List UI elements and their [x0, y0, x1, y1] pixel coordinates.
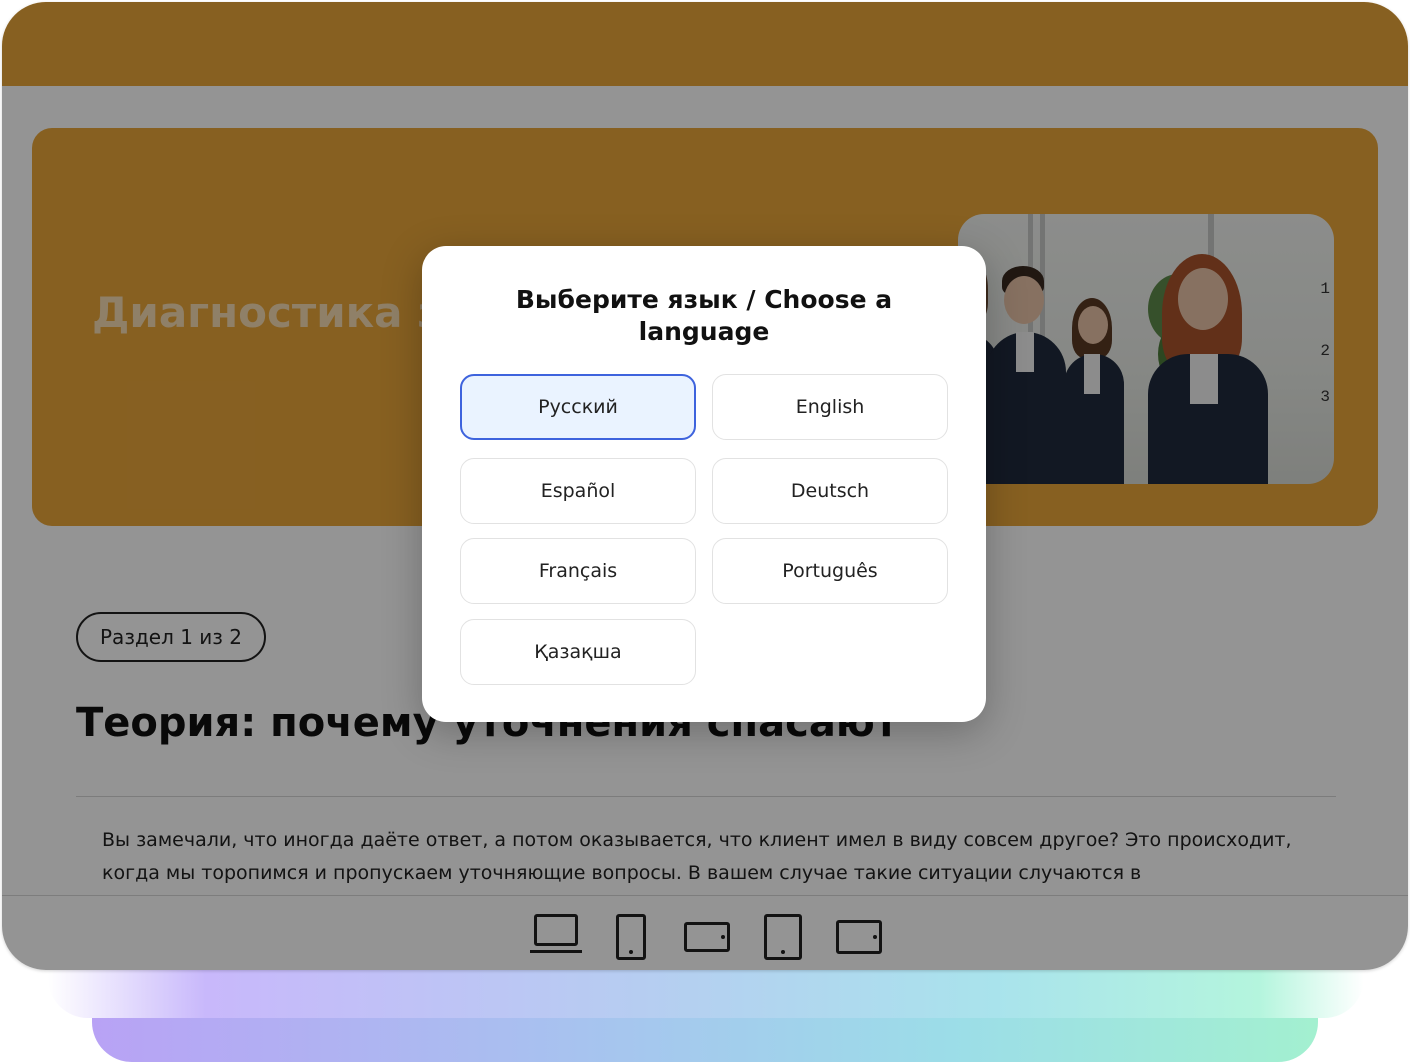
- language-option-spanish[interactable]: Español: [460, 458, 696, 524]
- language-modal: Выберите язык / Choose a language Русски…: [422, 246, 986, 722]
- modal-title: Выберите язык / Choose a language: [515, 285, 893, 346]
- language-option-kazakh[interactable]: Қазақша: [460, 619, 696, 685]
- language-option-russian[interactable]: Русский: [460, 374, 696, 440]
- language-option-french[interactable]: Français: [460, 538, 696, 604]
- language-option-portuguese[interactable]: Português: [712, 538, 948, 604]
- language-option-german[interactable]: Deutsch: [712, 458, 948, 524]
- language-option-english[interactable]: English: [712, 374, 948, 440]
